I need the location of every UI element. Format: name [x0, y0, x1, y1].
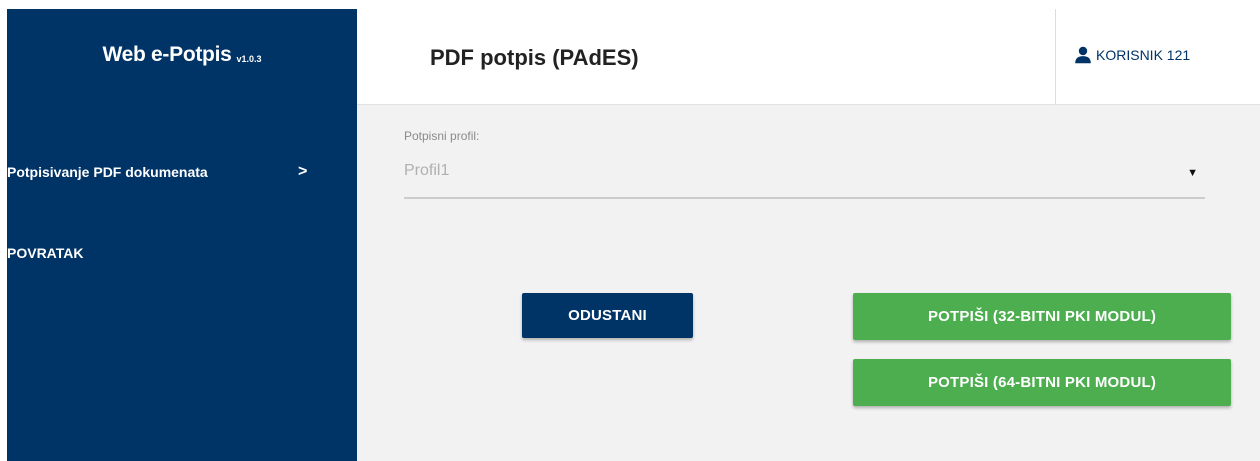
profile-selected-value: Profil1: [404, 162, 450, 179]
app-version: v1.0.3: [236, 53, 262, 64]
sidebar: Web e-Potpis v1.0.3 Potpisivanje PDF dok…: [7, 9, 357, 461]
user-menu[interactable]: KORISNIK 121: [1073, 45, 1190, 65]
dropdown-arrow-icon: ▼: [1187, 167, 1198, 179]
app-title: Web e-Potpis: [102, 43, 232, 66]
profile-label: Potpisni profil:: [404, 129, 480, 143]
page-title: PDF potpis (PAdES): [430, 45, 639, 70]
cancel-button[interactable]: ODUSTANI: [522, 293, 693, 338]
user-icon: [1075, 46, 1091, 64]
app-brand: Web e-Potpis v1.0.3: [7, 9, 357, 101]
sidebar-item-back[interactable]: POVRATAK: [7, 238, 357, 268]
header-divider: [1055, 9, 1056, 105]
sidebar-item-pdf-signing[interactable]: Potpisivanje PDF dokumenata >: [7, 157, 357, 187]
profile-select[interactable]: Profil1 ▼: [404, 155, 1205, 199]
sidebar-item-label: POVRATAK: [7, 245, 84, 261]
sign-32bit-button[interactable]: POTPIŠI (32-BITNI PKI MODUL): [853, 293, 1231, 340]
user-name: KORISNIK 121: [1096, 47, 1191, 63]
chevron-right-icon: >: [298, 163, 308, 180]
main-content: Potpisni profil: Profil1 ▼ ODUSTANI POTP…: [357, 105, 1260, 461]
sign-64bit-button[interactable]: POTPIŠI (64-BITNI PKI MODUL): [853, 359, 1231, 406]
top-header: PDF potpis (PAdES) KORISNIK 121: [357, 9, 1260, 105]
sidebar-item-label: Potpisivanje PDF dokumenata: [7, 164, 208, 180]
